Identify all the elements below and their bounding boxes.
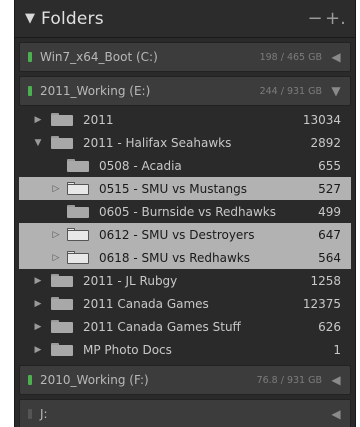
folder-tree: ▶ 2011 13034 ▼ 2011 - Halifax Seahawks 2892 05…	[19, 108, 351, 361]
triangle-left-icon[interactable]: ◀	[330, 373, 342, 387]
folder-name: 0612 - SMU vs Destroyers	[99, 227, 255, 242]
folder-row[interactable]: 0605 - Burnside vs Redhawks 499	[19, 200, 351, 223]
folder-row[interactable]: ▶ 2011 Canada Games 12375	[19, 292, 351, 315]
folders-panel: ▼ Folders − +. Win7_x64_Boot (C:) 198 / …	[14, 0, 356, 427]
triangle-down-icon[interactable]: ▼	[25, 11, 41, 26]
folder-row[interactable]: ▷ 0612 - SMU vs Destroyers 647	[19, 223, 351, 246]
folder-icon	[67, 205, 89, 218]
folder-count: 527	[318, 181, 341, 196]
triangle-right-icon[interactable]: ▶	[31, 345, 45, 355]
folder-icon	[67, 251, 89, 264]
volume-status-icon	[28, 52, 32, 62]
folder-row[interactable]: ▶ MP Photo Docs 1	[19, 338, 351, 361]
folder-count: 12375	[302, 296, 341, 311]
volume-status-icon	[28, 409, 32, 419]
folder-name: 0618 - SMU vs Redhawks	[99, 250, 251, 265]
folder-count: 1258	[310, 273, 341, 288]
volume-status-icon	[28, 375, 32, 385]
folder-icon	[67, 228, 89, 241]
remove-folder-button[interactable]: −	[305, 9, 325, 28]
folder-name: 0508 - Acadia	[99, 158, 182, 173]
folder-row[interactable]: ▼ 2011 - Halifax Seahawks 2892	[19, 131, 351, 154]
volume-f[interactable]: 2010_Working (F:) 76.8 / 931 GB ◀	[19, 365, 351, 395]
triangle-left-icon[interactable]: ◀	[330, 50, 342, 64]
folder-icon	[51, 297, 73, 310]
folder-icon	[67, 159, 89, 172]
triangle-right-icon[interactable]: ▶	[31, 299, 45, 309]
folder-count: 647	[318, 227, 341, 242]
volume-size: 198 / 465 GB	[259, 51, 322, 63]
folder-icon	[67, 182, 89, 195]
disclosure-icon[interactable]: ▷	[49, 253, 63, 263]
folder-row[interactable]: ▷ 0618 - SMU vs Redhawks 564	[19, 246, 351, 269]
triangle-down-icon[interactable]: ▼	[31, 138, 45, 148]
folder-row[interactable]: ▶ 2011 - JL Rubgy 1258	[19, 269, 351, 292]
disclosure-icon[interactable]: ▷	[49, 230, 63, 240]
folder-icon	[51, 274, 73, 287]
folder-name: 2011 Canada Games	[83, 296, 209, 311]
folder-row[interactable]: ▷ 0515 - SMU vs Mustangs 527	[19, 177, 351, 200]
folder-name: 2011 - Halifax Seahawks	[83, 135, 232, 150]
volume-name: 2010_Working (F:)	[40, 373, 149, 387]
volume-size: 244 / 931 GB	[259, 85, 322, 97]
volume-j[interactable]: J: ◀	[19, 399, 351, 427]
folder-count: 626	[318, 319, 341, 334]
folder-name: 2011 - JL Rubgy	[83, 273, 178, 288]
panel-title: Folders	[41, 8, 104, 29]
volume-name: J:	[40, 407, 48, 421]
folder-icon	[51, 320, 73, 333]
folder-icon	[51, 113, 73, 126]
folder-name: 2011 Canada Games Stuff	[83, 319, 241, 334]
folder-count: 2892	[310, 135, 341, 150]
folder-name: MP Photo Docs	[83, 342, 172, 357]
folder-name: 0515 - SMU vs Mustangs	[99, 181, 247, 196]
triangle-down-icon[interactable]: ▼	[330, 84, 342, 98]
folder-name: 0605 - Burnside vs Redhawks	[99, 204, 277, 219]
volume-size: 76.8 / 931 GB	[256, 374, 322, 386]
folder-name: 2011	[83, 112, 114, 127]
triangle-left-icon[interactable]: ◀	[330, 407, 342, 421]
volume-c[interactable]: Win7_x64_Boot (C:) 198 / 465 GB ◀	[19, 42, 351, 72]
panel-header[interactable]: ▼ Folders − +.	[15, 0, 355, 38]
folder-count: 655	[318, 158, 341, 173]
volume-e[interactable]: 2011_Working (E:) 244 / 931 GB ▼	[19, 76, 351, 106]
folder-icon	[51, 136, 73, 149]
folder-row[interactable]: ▶ 2011 Canada Games Stuff 626	[19, 315, 351, 338]
folder-count: 564	[318, 250, 341, 265]
volume-name: Win7_x64_Boot (C:)	[40, 50, 158, 64]
triangle-right-icon[interactable]: ▶	[31, 276, 45, 286]
triangle-right-icon[interactable]: ▶	[31, 115, 45, 125]
add-folder-button[interactable]: +.	[325, 9, 346, 28]
folder-count: 13034	[302, 112, 341, 127]
folder-row[interactable]: 0508 - Acadia 655	[19, 154, 351, 177]
volume-name: 2011_Working (E:)	[40, 84, 151, 98]
triangle-right-icon[interactable]: ▶	[31, 322, 45, 332]
folder-row[interactable]: ▶ 2011 13034	[19, 108, 351, 131]
folder-count: 499	[318, 204, 341, 219]
folder-icon	[51, 343, 73, 356]
volume-status-icon	[28, 86, 32, 96]
disclosure-icon[interactable]: ▷	[49, 184, 63, 194]
folder-count: 1	[333, 342, 341, 357]
